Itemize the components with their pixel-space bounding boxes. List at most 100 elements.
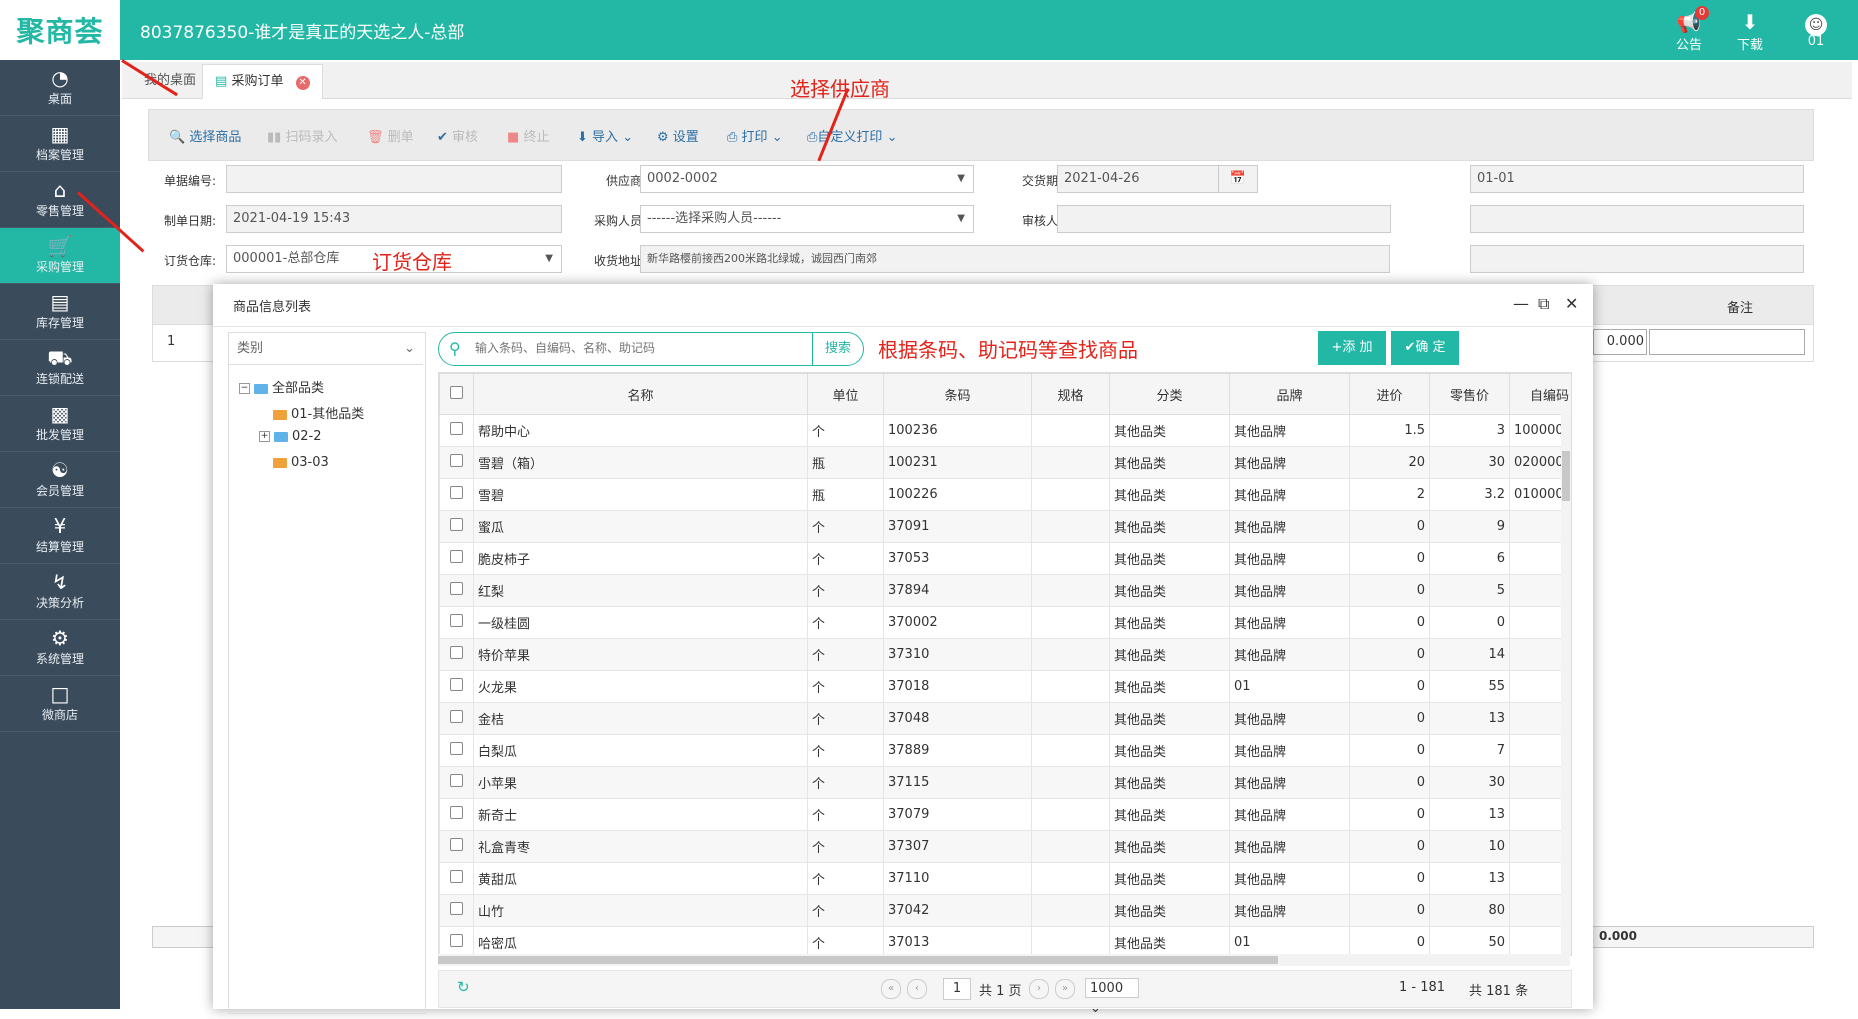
horizontal-scrollbar[interactable]	[438, 954, 1570, 966]
tree-node-category[interactable]: 01-其他品类	[273, 403, 364, 422]
row-checkbox[interactable]	[439, 478, 474, 511]
table-row[interactable]: 帮助中心个100236其他品类其他品牌1.5310000003	[439, 414, 1571, 447]
first-page-icon[interactable]: «	[881, 979, 901, 999]
table-row[interactable]: 特价苹果个 37310 其他品类 其他品牌 0 14	[439, 638, 1571, 671]
collapse-icon[interactable]: −	[239, 383, 250, 394]
row-checkbox[interactable]	[439, 734, 474, 767]
next-page-icon[interactable]: ›	[1029, 979, 1049, 999]
sidebar-item-microshop[interactable]: □ 微商店	[0, 676, 120, 732]
vertical-scrollbar[interactable]	[1561, 411, 1571, 955]
prev-page-icon[interactable]: ‹	[907, 979, 927, 999]
sidebar-item-member[interactable]: ☯ 会员管理	[0, 452, 120, 508]
tree-node-all[interactable]: − 全部品类	[239, 377, 324, 396]
table-cell: 金桔	[473, 702, 808, 735]
table-row[interactable]: 山竹个 37042 其他品类 其他品牌 0 80	[439, 894, 1571, 927]
row-checkbox[interactable]	[439, 830, 474, 863]
table-row[interactable]: 金桔个 37048 其他品类 其他品牌 0 13	[439, 702, 1571, 735]
expand-icon[interactable]: +	[259, 431, 270, 442]
sidebar-item-retail[interactable]: ⌂ 零售管理	[0, 172, 120, 228]
table-row[interactable]: 火龙果个 37018 其他品类 01 0 55	[439, 670, 1571, 703]
select-goods-button[interactable]: 🔍 选择商品	[169, 126, 241, 145]
address-field[interactable]: 新华路樱前接西200米路北绿城，诚园西门南郊	[640, 245, 1390, 273]
delivery-date-field[interactable]: 2021-04-26	[1057, 165, 1219, 193]
refresh-icon[interactable]: ↻	[457, 978, 470, 996]
table-row[interactable]: 一级桂圆个 370002 其他品类 其他品牌 0 0	[439, 606, 1571, 639]
audit-button[interactable]: ✔ 审核	[437, 126, 478, 145]
row-checkbox[interactable]	[439, 542, 474, 575]
maximize-icon[interactable]: ⧉	[1538, 294, 1549, 314]
tab-purchase-order[interactable]: ▤ 采购订单 ✕	[202, 64, 323, 99]
sidebar-item-settlement[interactable]: ¥ 结算管理	[0, 508, 120, 564]
remark-field[interactable]	[1470, 245, 1804, 273]
sidebar-item-desktop[interactable]: ◔ 桌面	[0, 60, 120, 116]
row-checkbox[interactable]	[439, 510, 474, 543]
table-row[interactable]: 脆皮柿子个 37053 其他品类 其他品牌 0 6	[439, 542, 1571, 575]
scan-entry-button[interactable]: ▮▮ 扫码录入	[267, 126, 337, 145]
table-header-row: 名称 单位 条码 规格 分类 品牌 进价 零售价 自编码	[439, 373, 1571, 415]
table-row[interactable]: 小苹果个 37115 其他品类 其他品牌 0 30	[439, 766, 1571, 799]
table-row[interactable]: 礼盒青枣个 37307 其他品类 其他品牌 0 10	[439, 830, 1571, 863]
detail-remark-input[interactable]	[1649, 329, 1805, 355]
last-page-icon[interactable]: »	[1055, 979, 1075, 999]
row-checkbox[interactable]	[439, 574, 474, 607]
user-menu[interactable]: ☺ 01	[1792, 10, 1840, 54]
table-row[interactable]: 蜜瓜个 37091 其他品类 其他品牌 0 9	[439, 510, 1571, 543]
table-cell	[1031, 702, 1110, 735]
delete-button[interactable]: 🗑 删单	[367, 126, 414, 145]
calendar-button[interactable]: 📅	[1218, 165, 1258, 193]
row-checkbox[interactable]	[439, 926, 474, 955]
sidebar-item-distribution[interactable]: ⛟ 连锁配送	[0, 340, 120, 396]
search-button[interactable]: 搜索	[812, 333, 863, 365]
row-checkbox[interactable]	[439, 894, 474, 927]
goods-search-input[interactable]	[473, 340, 777, 356]
page-number-input[interactable]: 1	[943, 978, 971, 1000]
table-cell: 0	[1349, 862, 1430, 895]
print-button[interactable]: ⎙ 打印 ⌄	[727, 126, 783, 145]
table-cell: 其他品牌	[1229, 862, 1350, 895]
row-checkbox[interactable]	[439, 414, 474, 447]
confirm-button[interactable]: ✔确 定	[1391, 331, 1459, 365]
table-row[interactable]: 雪碧（箱）瓶100231其他品类其他品牌203002000025	[439, 446, 1571, 479]
sidebar-item-wholesale[interactable]: ▩ 批发管理	[0, 396, 120, 452]
supplier-select[interactable]: 0002-0002 ▼	[640, 165, 974, 193]
close-tab-icon[interactable]: ✕	[295, 76, 310, 90]
row-checkbox[interactable]	[439, 798, 474, 831]
tab-my-desktop[interactable]: 我的桌面	[132, 64, 208, 98]
sidebar-item-purchase[interactable]: 🛒 采购管理	[0, 228, 120, 284]
minimize-icon[interactable]: —	[1513, 294, 1529, 313]
tree-node-category[interactable]: 03-03	[273, 455, 329, 470]
row-checkbox[interactable]	[439, 670, 474, 703]
wholesale-icon: ▩	[50, 402, 70, 426]
settings-button[interactable]: ⚙ 设置	[657, 126, 699, 145]
add-button[interactable]: +添 加	[1318, 331, 1386, 365]
table-row[interactable]: 哈密瓜个 37013 其他品类 01 0 50	[439, 926, 1571, 955]
row-checkbox[interactable]	[439, 702, 474, 735]
row-checkbox[interactable]	[439, 766, 474, 799]
custom-print-button[interactable]: ⎙自定义打印 ⌄	[807, 126, 897, 145]
row-checkbox[interactable]	[439, 446, 474, 479]
import-button[interactable]: ⬇ 导入 ⌄	[577, 126, 633, 145]
sidebar-item-inventory[interactable]: ▤ 库存管理	[0, 284, 120, 340]
table-row[interactable]: 雪碧瓶100226其他品类其他品牌23.201000017	[439, 478, 1571, 511]
row-checkbox[interactable]	[439, 862, 474, 895]
table-row[interactable]: 新奇士个 37079 其他品类 其他品牌 0 13	[439, 798, 1571, 831]
table-row[interactable]: 红梨个 37894 其他品类 其他品牌 0 5	[439, 574, 1571, 607]
sidebar-item-analysis[interactable]: ↯ 决策分析	[0, 564, 120, 620]
table-row[interactable]: 白梨瓜个 37889 其他品类 其他品牌 0 7	[439, 734, 1571, 767]
download-button[interactable]: ⬇ 下载	[1726, 10, 1774, 54]
row-checkbox[interactable]	[439, 638, 474, 671]
buyer-select[interactable]: ------选择采购人员------ ▼	[640, 205, 974, 233]
table-row[interactable]: 黄甜瓜个 37110 其他品类 其他品牌 0 13	[439, 862, 1571, 895]
table-cell	[1031, 478, 1110, 511]
notice-button[interactable]: 📢 0 公告	[1665, 6, 1713, 54]
category-select[interactable]: 类别 ⌄	[229, 333, 423, 365]
sidebar-item-archives[interactable]: ▦ 档案管理	[0, 116, 120, 172]
sidebar-item-system[interactable]: ⚙ 系统管理	[0, 620, 120, 676]
doc-no-field[interactable]	[226, 165, 562, 193]
close-icon[interactable]: ✕	[1565, 294, 1578, 313]
tree-node-category[interactable]: +02-2	[259, 429, 322, 444]
select-all-checkbox[interactable]	[439, 373, 474, 415]
page-size-select[interactable]: 1000 ⌄	[1085, 978, 1139, 1016]
row-checkbox[interactable]	[439, 606, 474, 639]
terminate-button[interactable]: ■ 终止	[507, 126, 549, 145]
